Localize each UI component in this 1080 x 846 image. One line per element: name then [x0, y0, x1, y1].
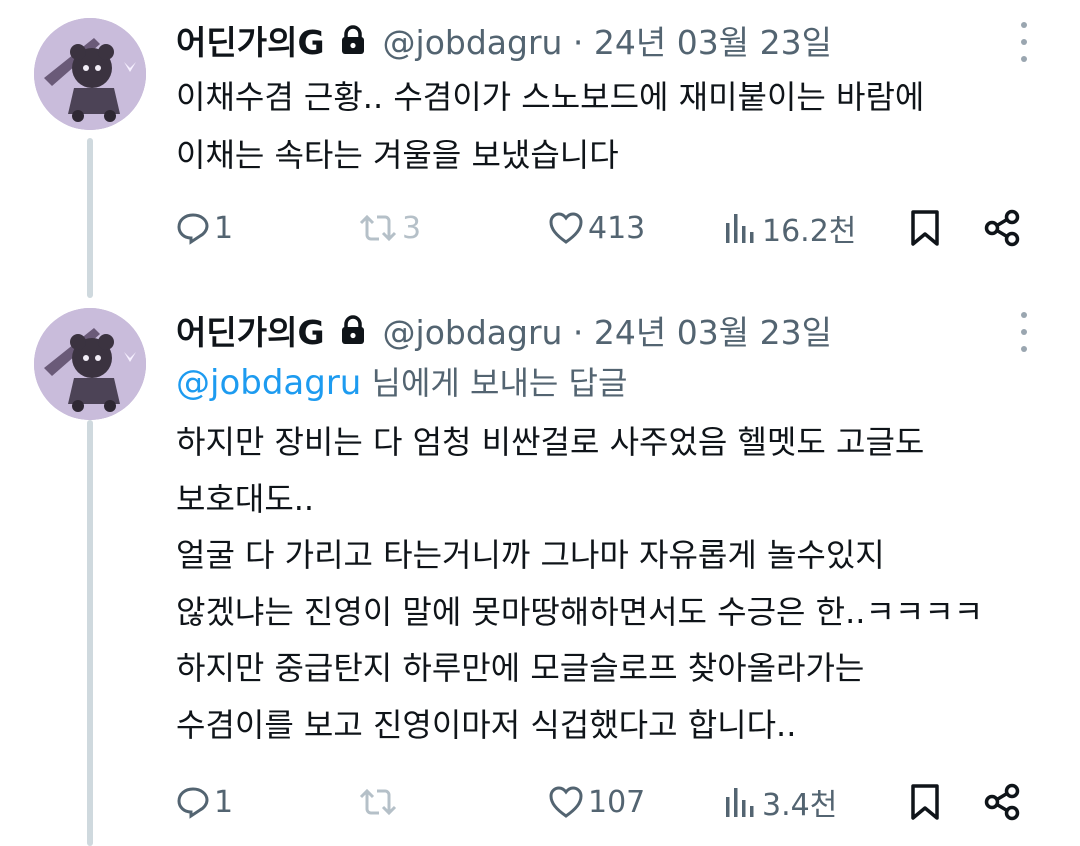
- avatar[interactable]: [34, 18, 146, 130]
- handle-and-date[interactable]: @jobdagru · 24년 03월 23일: [383, 16, 832, 64]
- more-icon[interactable]: [1018, 312, 1030, 352]
- like-count: 413: [588, 210, 646, 246]
- reply-count: 1: [214, 210, 234, 246]
- views-icon: [726, 214, 754, 243]
- lock-icon: [339, 25, 367, 55]
- like-button[interactable]: 413: [548, 203, 645, 253]
- reply-button[interactable]: 1: [176, 203, 233, 253]
- action-bar: 1 3 413 16.2천: [0, 203, 1080, 253]
- tweet[interactable]: 어딘가의G @jobdagru · 24년 03월 23일 @jobdagru …: [0, 290, 1080, 846]
- lock-icon: [339, 315, 367, 345]
- views-count: 16.2천: [762, 214, 857, 249]
- like-count: 107: [588, 784, 646, 820]
- tweet-text: 하지만 장비는 다 엄청 비싼걸로 사주었음 헬멧도 고글도 보호대도.. 얼굴…: [176, 423, 984, 744]
- bookmark-button[interactable]: [908, 203, 942, 253]
- views-button[interactable]: 16.2천: [722, 203, 856, 253]
- handle-and-date[interactable]: @jobdagru · 24년 03월 23일: [383, 306, 832, 354]
- reply-to-suffix: 님에게 보내는 답글: [361, 364, 628, 402]
- action-bar: 1 107 3.4천: [0, 777, 1080, 827]
- tweet-text: 이채수겸 근황.. 수겸이가 스노보드에 재미붙이는 바람에 이채는 속타는 겨…: [176, 78, 925, 174]
- tweet[interactable]: 어딘가의G @jobdagru · 24년 03월 23일 이채수겸 근황.. …: [0, 0, 1080, 290]
- views-count: 3.4천: [762, 788, 838, 823]
- retweet-count: 3: [402, 210, 422, 246]
- retweet-button[interactable]: [358, 777, 402, 827]
- views-button[interactable]: 3.4천: [722, 777, 837, 827]
- reply-button[interactable]: 1: [176, 777, 233, 827]
- reply-to-line: @jobdagru 님에게 보내는 답글: [176, 358, 627, 408]
- author-name[interactable]: 어딘가의G: [176, 306, 325, 354]
- share-icon: [984, 783, 1020, 821]
- reply-icon: [177, 213, 209, 245]
- bookmark-button[interactable]: [908, 777, 942, 827]
- like-button[interactable]: 107: [548, 777, 645, 827]
- share-button[interactable]: [984, 203, 1022, 253]
- retweet-icon: [359, 214, 397, 242]
- tweet-header: 어딘가의G @jobdagru · 24년 03월 23일: [176, 304, 832, 356]
- share-icon: [984, 209, 1020, 247]
- reply-to-mention[interactable]: @jobdagru: [176, 363, 361, 403]
- views-icon: [726, 788, 754, 817]
- like-icon: [549, 212, 583, 244]
- reply-icon: [177, 787, 209, 819]
- reply-count: 1: [214, 784, 234, 820]
- like-icon: [549, 786, 583, 818]
- bookmark-icon: [911, 784, 939, 820]
- retweet-button[interactable]: 3: [358, 203, 421, 253]
- share-button[interactable]: [984, 777, 1022, 827]
- retweet-icon: [359, 788, 397, 816]
- avatar[interactable]: [34, 308, 146, 420]
- bookmark-icon: [911, 210, 939, 246]
- more-icon[interactable]: [1018, 22, 1030, 62]
- tweet-header: 어딘가의G @jobdagru · 24년 03월 23일: [176, 14, 832, 66]
- author-name[interactable]: 어딘가의G: [176, 16, 325, 64]
